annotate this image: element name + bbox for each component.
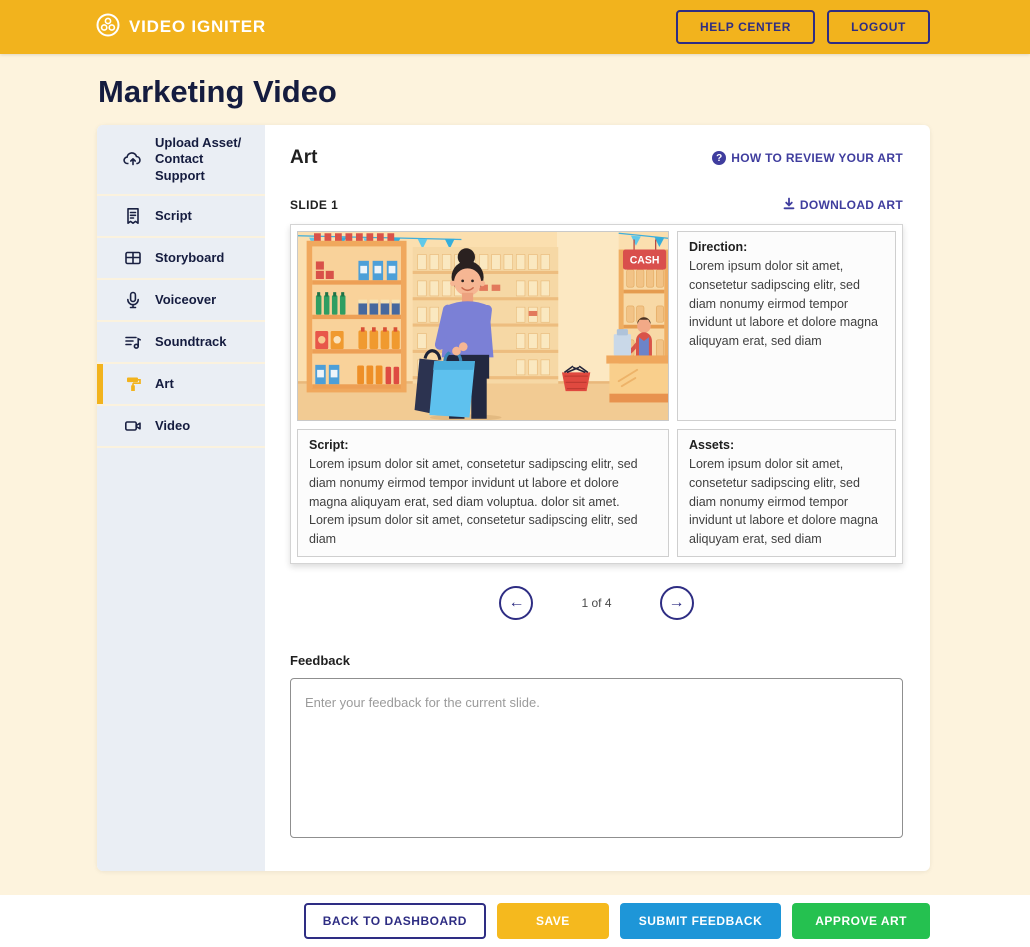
art-section-title: Art (290, 147, 317, 169)
feedback-input[interactable] (290, 678, 903, 838)
script-body-line1: Lorem ipsum dolor sit amet, consetetur s… (309, 455, 657, 511)
script-icon (123, 206, 143, 226)
download-icon (783, 197, 795, 213)
sidebar-item-art[interactable]: Art (97, 364, 265, 406)
script-body-line2: Lorem ipsum dolor sit amet, consetetur s… (309, 511, 657, 549)
footer-action-bar: BACK TO DASHBOARD SAVE SUBMIT FEEDBACK A… (0, 895, 1030, 947)
save-button[interactable]: SAVE (497, 903, 609, 939)
page-title: Marketing Video (98, 74, 1030, 110)
cloud-upload-icon (123, 149, 143, 169)
paint-roller-icon (123, 374, 143, 394)
approve-art-button[interactable]: APPROVE ART (792, 903, 930, 939)
sidebar-item-label: Soundtrack (155, 334, 227, 350)
slide-label: SLIDE 1 (290, 198, 338, 212)
sidebar-item-label: Upload Asset/ Contact Support (155, 135, 255, 184)
sidebar: Upload Asset/ Contact Support Script Sto… (97, 125, 265, 871)
film-reel-icon (95, 12, 121, 43)
main-card: Upload Asset/ Contact Support Script Sto… (97, 125, 930, 871)
soundtrack-icon (123, 332, 143, 352)
logout-button[interactable]: LOGOUT (827, 10, 930, 44)
storyboard-icon (123, 248, 143, 268)
microphone-icon (123, 290, 143, 310)
how-to-review-link[interactable]: ? HOW TO REVIEW YOUR ART (712, 151, 903, 165)
download-art-link[interactable]: DOWNLOAD ART (783, 197, 903, 213)
back-to-dashboard-button[interactable]: BACK TO DASHBOARD (304, 903, 486, 939)
submit-feedback-button[interactable]: SUBMIT FEEDBACK (620, 903, 782, 939)
direction-panel: Direction: Lorem ipsum dolor sit amet, c… (677, 231, 896, 421)
sidebar-item-voiceover[interactable]: Voiceover (97, 280, 265, 322)
brand-logo[interactable]: VIDEO IGNITER (95, 12, 266, 43)
sidebar-item-script[interactable]: Script (97, 196, 265, 238)
help-center-button[interactable]: HELP CENTER (676, 10, 815, 44)
sidebar-item-soundtrack[interactable]: Soundtrack (97, 322, 265, 364)
sidebar-item-label: Storyboard (155, 250, 224, 266)
slide-counter: 1 of 4 (581, 596, 611, 610)
slide-pagination: ← 1 of 4 → (290, 586, 903, 620)
script-title: Script: (309, 438, 657, 452)
sidebar-item-storyboard[interactable]: Storyboard (97, 238, 265, 280)
script-panel: Script: Lorem ipsum dolor sit amet, cons… (297, 429, 669, 557)
store-illustration: CASH (298, 232, 668, 420)
top-bar: VIDEO IGNITER HELP CENTER LOGOUT (0, 0, 1030, 54)
slide-artwork: CASH (297, 231, 669, 421)
art-section: Art ? HOW TO REVIEW YOUR ART SLIDE 1 DOW… (265, 125, 930, 871)
previous-slide-button[interactable]: ← (499, 586, 533, 620)
brand-name: VIDEO IGNITER (129, 17, 266, 37)
sidebar-item-label: Voiceover (155, 292, 216, 308)
direction-body: Lorem ipsum dolor sit amet, consetetur s… (689, 257, 884, 351)
next-slide-button[interactable]: → (660, 586, 694, 620)
direction-title: Direction: (689, 240, 884, 254)
video-camera-icon (123, 416, 143, 436)
question-mark-icon: ? (712, 151, 726, 165)
cash-sign: CASH (630, 254, 660, 266)
sidebar-item-label: Art (155, 376, 174, 392)
sidebar-item-video[interactable]: Video (97, 406, 265, 448)
arrow-left-icon: ← (508, 594, 524, 612)
assets-body: Lorem ipsum dolor sit amet, consetetur s… (689, 455, 884, 549)
sidebar-item-upload-asset[interactable]: Upload Asset/ Contact Support (97, 125, 265, 196)
slide-card: CASH (290, 224, 903, 564)
feedback-label: Feedback (290, 653, 903, 668)
arrow-right-icon: → (669, 594, 685, 612)
assets-title: Assets: (689, 438, 884, 452)
assets-panel: Assets: Lorem ipsum dolor sit amet, cons… (677, 429, 896, 557)
sidebar-item-label: Script (155, 208, 192, 224)
sidebar-item-label: Video (155, 418, 190, 434)
